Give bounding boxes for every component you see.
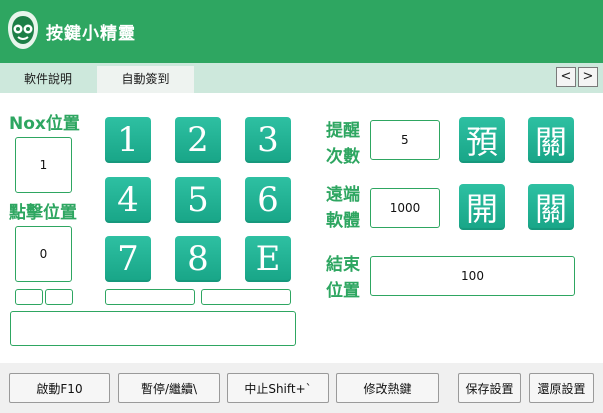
remind-off-button[interactable]: 關 (528, 117, 574, 163)
small-field-1[interactable] (15, 289, 43, 305)
click-position-field[interactable]: 0 (15, 226, 72, 282)
end-position-label: 結束 位置 (323, 252, 363, 304)
key-7[interactable]: 7 (105, 236, 151, 282)
keypad-field-2[interactable] (201, 289, 291, 305)
tab-software-info[interactable]: 軟件說明 (0, 66, 96, 93)
remind-label-line-1: 提醒 (326, 121, 360, 141)
end-label-line-2: 位置 (326, 281, 360, 301)
pause-resume-button[interactable]: 暫停/繼續\ (118, 373, 220, 403)
remote-software-field[interactable]: 1000 (370, 188, 440, 228)
remind-count-field[interactable]: 5 (370, 120, 440, 160)
end-position-field[interactable]: 100 (370, 256, 575, 296)
remote-off-button[interactable]: 關 (528, 184, 574, 230)
key-e[interactable]: E (245, 236, 291, 282)
save-settings-button[interactable]: 保存設置 (458, 373, 521, 403)
click-position-label: 點擊位置 (9, 203, 77, 223)
keypad-field-1[interactable] (105, 289, 195, 305)
tab-auto-checkin[interactable]: 自動簽到 (97, 66, 194, 93)
remote-software-label: 遠端 軟體 (323, 182, 363, 234)
modify-hotkey-button[interactable]: 修改熱鍵 (336, 373, 439, 403)
tab-scroll-right-button[interactable]: > (578, 67, 598, 87)
key-6[interactable]: 6 (245, 177, 291, 223)
key-3[interactable]: 3 (245, 117, 291, 163)
remote-on-button[interactable]: 開 (459, 184, 505, 230)
key-1[interactable]: 1 (105, 117, 151, 163)
app-logo-icon (8, 11, 38, 49)
small-field-2[interactable] (45, 289, 73, 305)
remind-count-label: 提醒 次數 (323, 118, 363, 170)
remote-label-line-1: 遠端 (326, 185, 360, 205)
restore-settings-button[interactable]: 還原設置 (529, 373, 594, 403)
stop-button[interactable]: 中止Shift+` (227, 373, 329, 403)
end-label-line-1: 結束 (326, 255, 360, 275)
nox-position-field[interactable]: 1 (15, 137, 72, 193)
key-2[interactable]: 2 (175, 117, 221, 163)
title-bar: 按鍵小精靈 (0, 0, 603, 63)
remind-on-button[interactable]: 預 (459, 117, 505, 163)
tab-scroll-left-button[interactable]: < (556, 67, 576, 87)
remind-label-line-2: 次數 (326, 147, 360, 167)
key-4[interactable]: 4 (105, 177, 151, 223)
app-title: 按鍵小精靈 (46, 24, 136, 44)
remote-label-line-2: 軟體 (326, 211, 360, 231)
key-8[interactable]: 8 (175, 236, 221, 282)
start-button[interactable]: 啟動F10 (9, 373, 110, 403)
nox-position-label: Nox位置 (9, 114, 80, 134)
wide-input-field[interactable] (10, 311, 296, 346)
key-5[interactable]: 5 (175, 177, 221, 223)
tab-strip: 軟件說明 自動簽到 (0, 63, 603, 93)
